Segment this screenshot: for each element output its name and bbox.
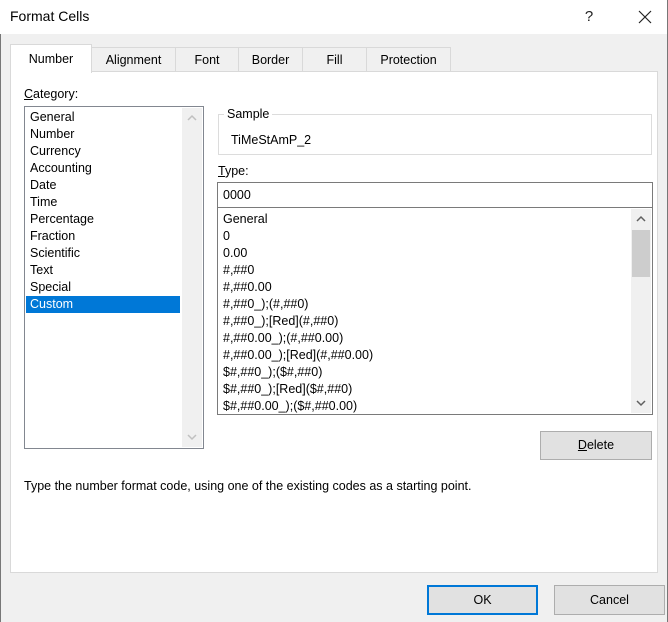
category-item-number[interactable]: Number [26, 126, 180, 143]
type-label-text: ype: [224, 164, 249, 178]
scroll-thumb[interactable] [632, 230, 650, 277]
help-button[interactable]: ? [574, 4, 604, 30]
type-item[interactable]: $#,##0.00_);($#,##0.00) [223, 398, 357, 414]
category-item-time[interactable]: Time [26, 194, 180, 211]
sample-legend: Sample [224, 107, 273, 121]
type-item[interactable]: 0.00 [223, 245, 247, 262]
scroll-down-icon[interactable] [185, 430, 199, 444]
type-item[interactable]: #,##0.00_);[Red](#,##0.00) [223, 347, 373, 364]
tab-protection[interactable]: Protection [366, 47, 451, 72]
category-item-general[interactable]: General [26, 109, 180, 126]
scroll-down-icon[interactable] [634, 396, 648, 410]
type-item[interactable]: General [223, 211, 267, 228]
category-item-custom[interactable]: Custom [26, 296, 180, 313]
type-item[interactable]: #,##0.00 [223, 279, 272, 296]
title-bar: Format Cells ? [0, 0, 668, 34]
type-scrollbar[interactable] [631, 209, 651, 413]
category-item-date[interactable]: Date [26, 177, 180, 194]
category-label-accel: C [24, 87, 34, 101]
type-item[interactable]: #,##0 [223, 262, 254, 279]
hint-text: Type the number format code, using one o… [24, 479, 472, 493]
delete-accel: D [577, 438, 587, 452]
ok-button[interactable]: OK [427, 585, 538, 615]
category-scrollbar[interactable] [182, 108, 202, 447]
tab-alignment[interactable]: Alignment [91, 47, 176, 72]
category-label-text: ategory: [33, 87, 79, 101]
type-item[interactable]: #,##0_);[Red](#,##0) [223, 313, 338, 330]
tab-font[interactable]: Font [175, 47, 239, 72]
delete-button[interactable]: Delete [540, 431, 652, 460]
scroll-up-icon[interactable] [634, 212, 648, 226]
tab-fill[interactable]: Fill [302, 47, 367, 72]
category-item-scientific[interactable]: Scientific [26, 245, 180, 262]
category-listbox[interactable]: General Number Currency Accounting Date … [24, 106, 204, 449]
type-item[interactable]: #,##0_);(#,##0) [223, 296, 308, 313]
window-title: Format Cells [10, 8, 90, 24]
delete-text: elete [586, 438, 615, 452]
close-button[interactable] [628, 4, 662, 30]
category-label: Category: [24, 87, 78, 101]
type-listbox[interactable]: General 0 0.00 #,##0 #,##0.00 #,##0_);(#… [217, 207, 653, 415]
tab-number[interactable]: Number [10, 44, 92, 73]
type-input[interactable] [217, 182, 653, 208]
tab-border[interactable]: Border [238, 47, 303, 72]
type-label: Type: [218, 164, 249, 178]
close-icon [638, 10, 652, 24]
category-item-accounting[interactable]: Accounting [26, 160, 180, 177]
type-item[interactable]: #,##0.00_);(#,##0.00) [223, 330, 343, 347]
scroll-up-icon[interactable] [185, 111, 199, 125]
type-label-accel: T [218, 164, 225, 178]
category-item-currency[interactable]: Currency [26, 143, 180, 160]
category-item-text[interactable]: Text [26, 262, 180, 279]
window-border-left [0, 34, 1, 622]
category-item-percentage[interactable]: Percentage [26, 211, 180, 228]
type-item[interactable]: $#,##0_);($#,##0) [223, 364, 322, 381]
category-item-special[interactable]: Special [26, 279, 180, 296]
cancel-button[interactable]: Cancel [554, 585, 665, 615]
type-item[interactable]: 0 [223, 228, 230, 245]
sample-value: TiMeStAmP_2 [231, 133, 312, 147]
category-item-fraction[interactable]: Fraction [26, 228, 180, 245]
type-item[interactable]: $#,##0_);[Red]($#,##0) [223, 381, 352, 398]
